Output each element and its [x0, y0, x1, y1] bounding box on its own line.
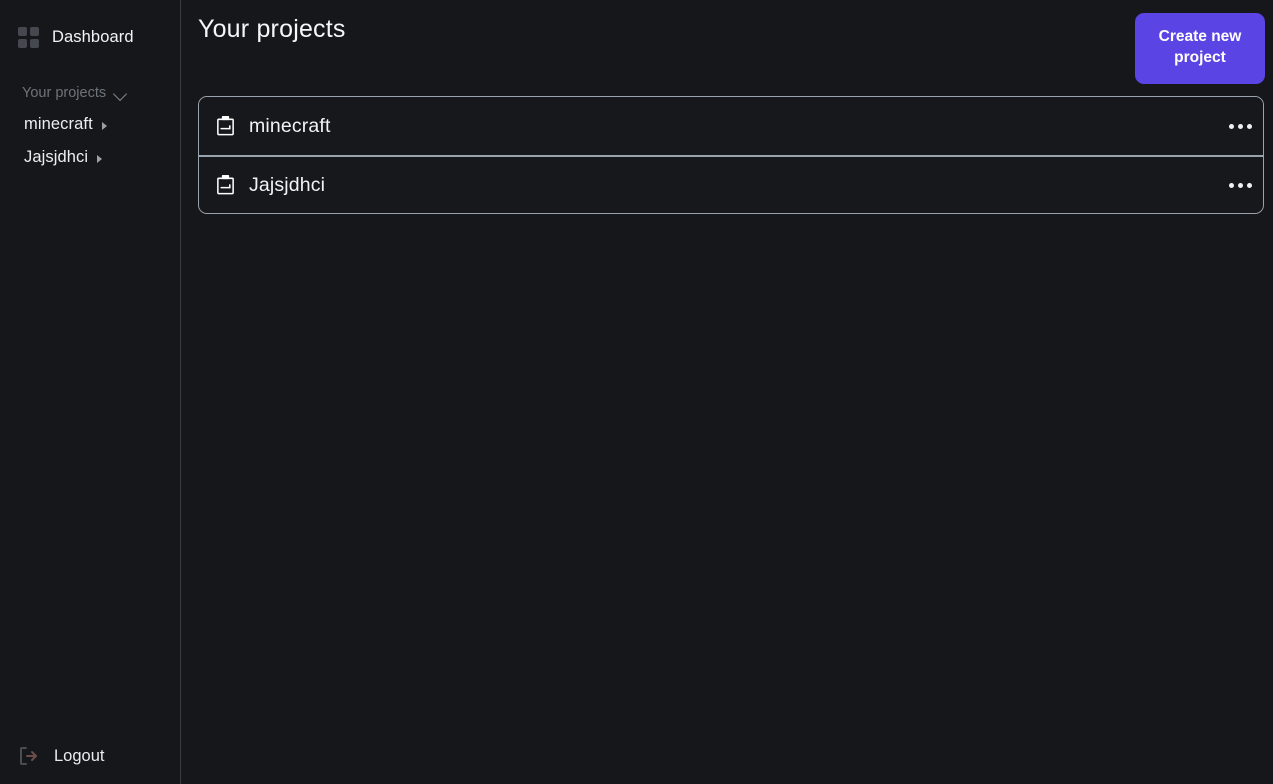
- logout-label: Logout: [54, 746, 105, 765]
- page-title: Your projects: [198, 15, 346, 43]
- main-topbar: Your projects Create new project: [181, 0, 1273, 90]
- sidebar-section-label: Your projects: [22, 85, 107, 101]
- project-name: minecraft: [249, 114, 331, 137]
- grid-icon: [18, 26, 40, 49]
- sidebar-project-label: Jajsjdhci: [24, 148, 89, 166]
- sidebar: Dashboard Your projects minecraft Jajsjd…: [0, 0, 181, 784]
- projects-list: minecraft Jajsjdhci: [198, 96, 1264, 214]
- caret-right-icon: [101, 121, 109, 130]
- logout-icon: [20, 747, 37, 765]
- sidebar-project-label: minecraft: [24, 115, 93, 133]
- chevron-down-icon: [114, 89, 128, 98]
- main-content: Your projects Create new project minecra…: [181, 0, 1273, 784]
- sidebar-item-dashboard[interactable]: Dashboard: [0, 0, 180, 54]
- logout-button[interactable]: Logout: [0, 728, 180, 784]
- project-row[interactable]: Jajsjdhci: [199, 155, 1263, 213]
- sidebar-item-project-jajsjdhci[interactable]: Jajsjdhci: [0, 141, 180, 174]
- kebab-menu-icon[interactable]: [1217, 156, 1263, 213]
- sidebar-item-project-minecraft[interactable]: minecraft: [0, 108, 180, 141]
- clipboard-icon: [217, 115, 234, 136]
- project-name: Jajsjdhci: [249, 173, 326, 196]
- project-row[interactable]: minecraft: [199, 97, 1263, 155]
- caret-right-icon: [96, 154, 104, 163]
- app-root: Dashboard Your projects minecraft Jajsjd…: [0, 0, 1273, 784]
- clipboard-icon: [217, 174, 234, 195]
- kebab-menu-icon[interactable]: [1217, 97, 1263, 155]
- create-new-project-button[interactable]: Create new project: [1135, 13, 1265, 84]
- dashboard-label: Dashboard: [52, 28, 134, 46]
- sidebar-section-your-projects[interactable]: Your projects: [0, 78, 180, 108]
